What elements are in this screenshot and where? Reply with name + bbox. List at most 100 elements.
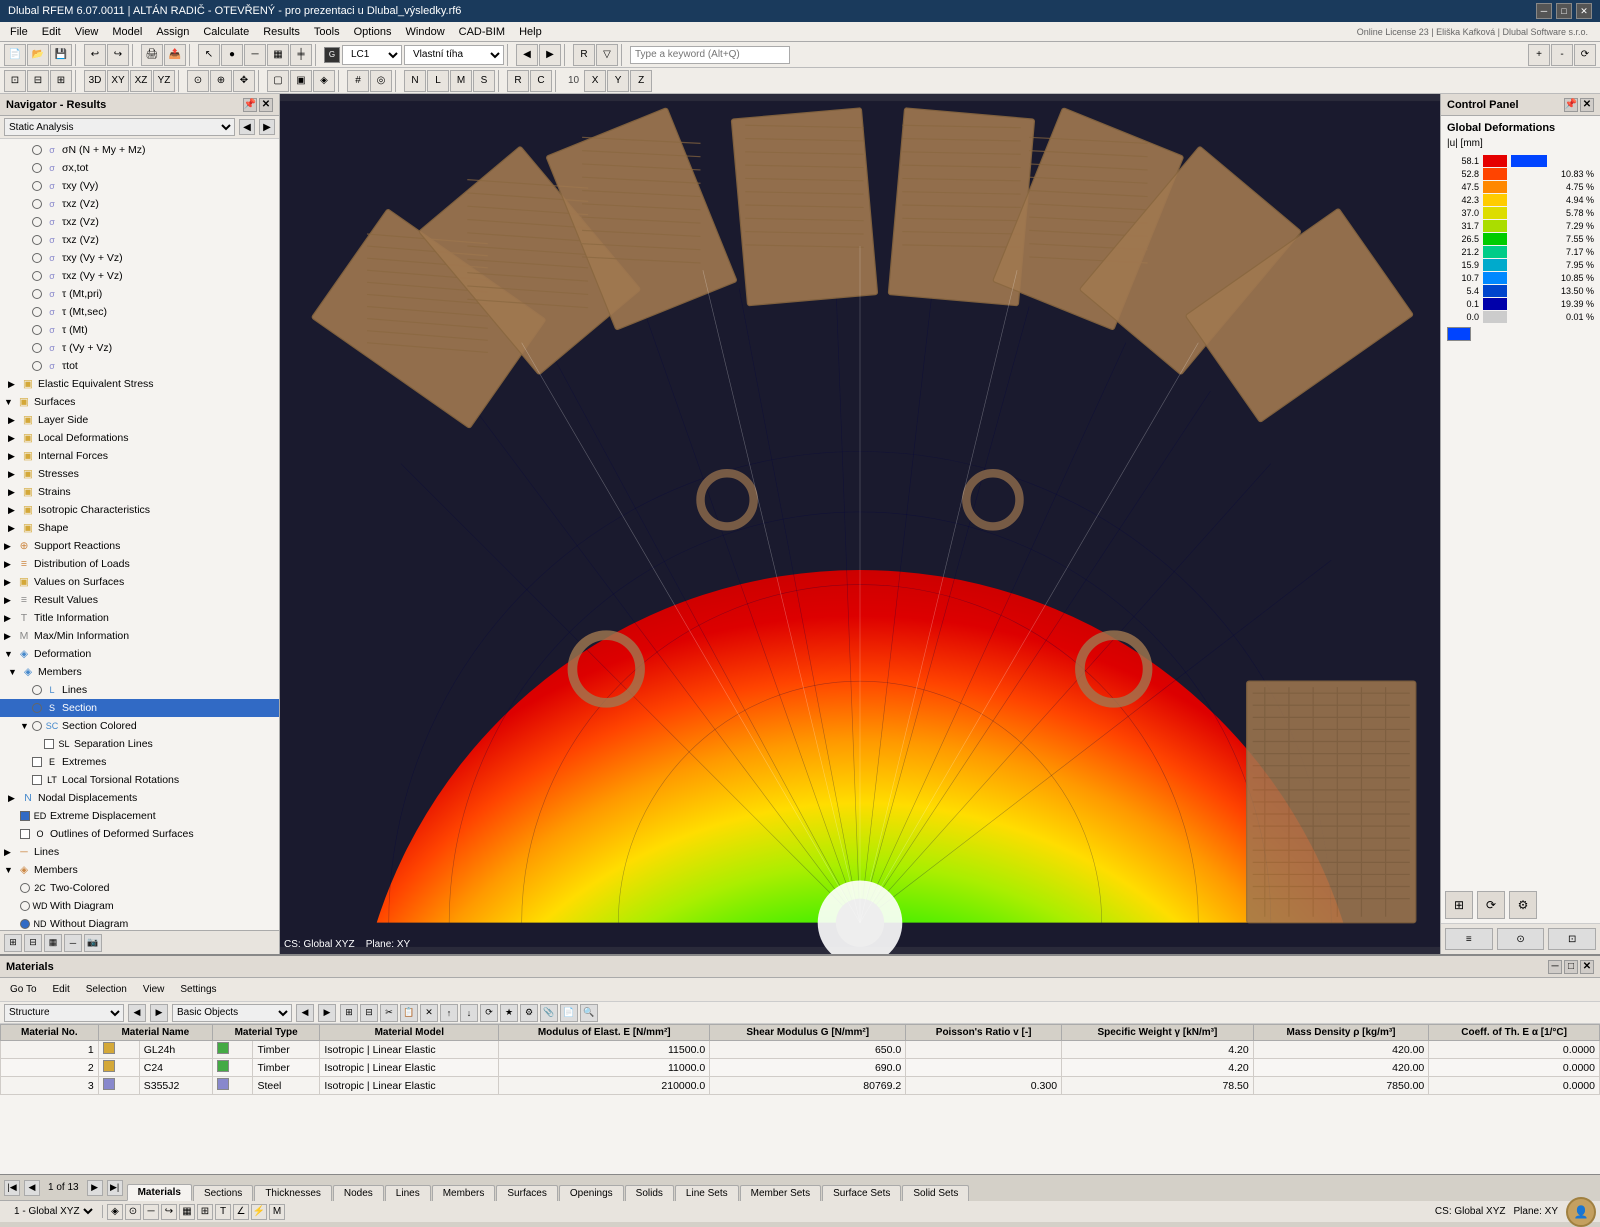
- col-mass-density[interactable]: Mass Density ρ [kg/m³]: [1253, 1025, 1429, 1041]
- bp-edit-menu[interactable]: Edit: [47, 982, 76, 997]
- tau-vy-vz-radio[interactable]: [32, 343, 42, 353]
- tab-materials[interactable]: Materials: [127, 1184, 192, 1201]
- nav-next-button[interactable]: ▶: [259, 119, 275, 135]
- result-color-btn[interactable]: C: [530, 70, 552, 92]
- undo-button[interactable]: ↩: [84, 44, 106, 66]
- navigator-controls[interactable]: 📌 ✕: [243, 98, 273, 112]
- menu-file[interactable]: File: [4, 24, 34, 40]
- bp-close-button[interactable]: ✕: [1580, 960, 1594, 974]
- member-button[interactable]: ╪: [290, 44, 312, 66]
- deselect-btn[interactable]: ⊟: [27, 70, 49, 92]
- tree-sigma-tot[interactable]: σ σx,tot: [0, 159, 279, 177]
- bp-settings-menu[interactable]: Settings: [174, 982, 222, 997]
- tree-tau-xz-vz[interactable]: σ τxz (Vz): [0, 195, 279, 213]
- load-case-selector[interactable]: LC1: [342, 45, 402, 65]
- pan-btn[interactable]: ✥: [233, 70, 255, 92]
- filter-button[interactable]: ▽: [596, 44, 618, 66]
- table-row[interactable]: 1 GL24h Timber Isotropic | Linear Elasti…: [1, 1041, 1600, 1059]
- export-button[interactable]: 📤: [164, 44, 186, 66]
- tab-nodes[interactable]: Nodes: [333, 1185, 384, 1201]
- menu-window[interactable]: Window: [400, 24, 451, 40]
- bp-tool-4[interactable]: 📋: [400, 1004, 418, 1022]
- tree-local-tors[interactable]: LT Local Torsional Rotations: [0, 771, 279, 789]
- sb-btn-1[interactable]: ◈: [107, 1204, 123, 1220]
- new-button[interactable]: 📄: [4, 44, 26, 66]
- tree-shape[interactable]: ▶ ▣ Shape: [0, 519, 279, 537]
- col-modulus[interactable]: Modulus of Elast. E [N/mm²]: [499, 1025, 710, 1041]
- tree-title-info[interactable]: ▶ T Title Information: [0, 609, 279, 627]
- show-lines-btn[interactable]: L: [427, 70, 449, 92]
- view-xy-btn[interactable]: XY: [107, 70, 129, 92]
- tau-xz3-radio[interactable]: [32, 235, 42, 245]
- menu-tools[interactable]: Tools: [308, 24, 346, 40]
- col-coeff-th[interactable]: Coeff. of Th. E α [1/°C]: [1429, 1025, 1600, 1041]
- cp-grid-view-btn[interactable]: ⊡: [1548, 928, 1596, 950]
- viewport[interactable]: CS: Global XYZ Plane: XY: [280, 94, 1440, 954]
- tau-xz-vy-radio[interactable]: [32, 271, 42, 281]
- tree-lines-deform[interactable]: L Lines: [0, 681, 279, 699]
- show-result-button[interactable]: R: [573, 44, 595, 66]
- tree-tau-xz-vz2[interactable]: σ τxz (Vz): [0, 213, 279, 231]
- workspace-selector[interactable]: 1 - Global XYZ: [10, 1205, 96, 1218]
- col-mat-no[interactable]: Material No.: [1, 1025, 99, 1041]
- with-diagram-radio[interactable]: [20, 901, 30, 911]
- x-axis-btn[interactable]: X: [584, 70, 606, 92]
- section-colored-radio[interactable]: [32, 721, 42, 731]
- tree-tau-xz-vy[interactable]: σ τxz (Vy + Vz): [0, 267, 279, 285]
- tree-support-reactions[interactable]: ▶ ⊕ Support Reactions: [0, 537, 279, 555]
- tree-strains[interactable]: ▶ ▣ Strains: [0, 483, 279, 501]
- col-mat-model[interactable]: Material Model: [320, 1025, 499, 1041]
- menu-view[interactable]: View: [69, 24, 105, 40]
- cursor-button[interactable]: ↖: [198, 44, 220, 66]
- col-poisson[interactable]: Poisson's Ratio v [-]: [906, 1025, 1062, 1041]
- section-radio[interactable]: [32, 703, 42, 713]
- render-btn[interactable]: ◈: [313, 70, 335, 92]
- zoom-in-button[interactable]: +: [1528, 44, 1550, 66]
- sigma-tot-radio[interactable]: [32, 163, 42, 173]
- table-row[interactable]: 3 S355J2 Steel Isotropic | Linear Elasti…: [1, 1077, 1600, 1095]
- table-row[interactable]: 2 C24 Timber Isotropic | Linear Elastic …: [1, 1059, 1600, 1077]
- tab-line-sets[interactable]: Line Sets: [675, 1185, 739, 1201]
- bp-filter1-select[interactable]: Structure: [4, 1004, 124, 1022]
- tau-xy2-radio[interactable]: [32, 253, 42, 263]
- print-button[interactable]: 🖨: [141, 44, 163, 66]
- tree-local-deform[interactable]: ▶ ▣ Local Deformations: [0, 429, 279, 447]
- nav-close-button[interactable]: ✕: [259, 98, 273, 112]
- tree-deformation[interactable]: ▼ ◈ Deformation: [0, 645, 279, 663]
- bp-tool-12[interactable]: 📄: [560, 1004, 578, 1022]
- bp-tool-5[interactable]: ✕: [420, 1004, 438, 1022]
- solid-btn[interactable]: ▣: [290, 70, 312, 92]
- tree-elastic-eq[interactable]: ▶ ▣ Elastic Equivalent Stress: [0, 375, 279, 393]
- tab-lines[interactable]: Lines: [385, 1185, 431, 1201]
- next-lc-button[interactable]: ▶: [539, 44, 561, 66]
- col-mat-type[interactable]: Material Type: [212, 1025, 319, 1041]
- tab-thicknesses[interactable]: Thicknesses: [254, 1185, 332, 1201]
- menu-options[interactable]: Options: [348, 24, 398, 40]
- tree-tau-mt[interactable]: σ τ (Mt): [0, 321, 279, 339]
- sb-btn-7[interactable]: T: [215, 1204, 231, 1220]
- show-surfaces-btn[interactable]: S: [473, 70, 495, 92]
- bp-tool-1[interactable]: ⊞: [340, 1004, 358, 1022]
- bp-pin-button[interactable]: ─: [1548, 960, 1562, 974]
- grid-btn[interactable]: #: [347, 70, 369, 92]
- tree-extreme-disp[interactable]: ED Extreme Displacement: [0, 807, 279, 825]
- tau-mt-pri-radio[interactable]: [32, 289, 42, 299]
- node-button[interactable]: ●: [221, 44, 243, 66]
- two-colored-radio[interactable]: [20, 883, 30, 893]
- sb-btn-3[interactable]: ─: [143, 1204, 159, 1220]
- cp-settings-btn[interactable]: ⚙: [1509, 891, 1537, 919]
- minimize-button[interactable]: ─: [1536, 3, 1552, 19]
- fit-all-btn[interactable]: ⊙: [187, 70, 209, 92]
- wire-btn[interactable]: ▢: [267, 70, 289, 92]
- local-tors-checkbox[interactable]: [32, 775, 42, 785]
- tree-members-grp[interactable]: ▼ ◈ Members: [0, 861, 279, 879]
- tree-layer-side[interactable]: ▶ ▣ Layer Side: [0, 411, 279, 429]
- tree-maxmin-info[interactable]: ▶ M Max/Min Information: [0, 627, 279, 645]
- tree-outlines-deformed[interactable]: O Outlines of Deformed Surfaces: [0, 825, 279, 843]
- tree-section-colored[interactable]: ▼ SC Section Colored: [0, 717, 279, 735]
- tree-nodal-disp[interactable]: ▶ N Nodal Displacements: [0, 789, 279, 807]
- sb-btn-4[interactable]: ↪: [161, 1204, 177, 1220]
- without-diagram-radio[interactable]: [20, 919, 30, 929]
- bp-tool-8[interactable]: ⟳: [480, 1004, 498, 1022]
- bp-tool-10[interactable]: ⚙: [520, 1004, 538, 1022]
